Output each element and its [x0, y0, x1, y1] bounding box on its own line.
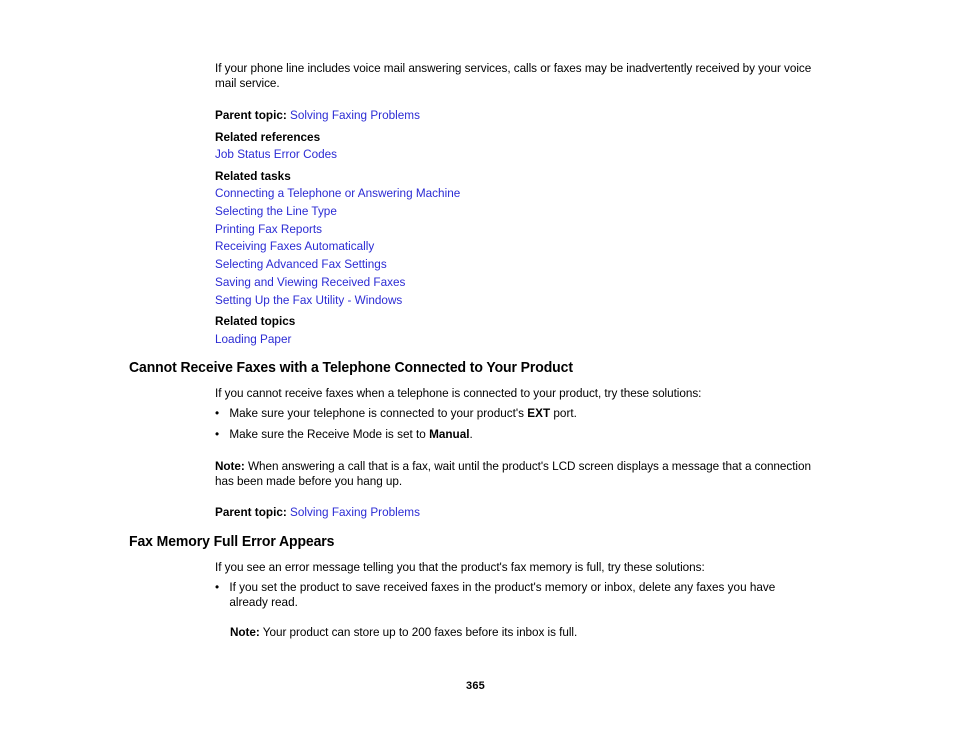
intro-paragraph: If your phone line includes voice mail a… [215, 61, 812, 91]
page-number: 365 [466, 680, 485, 692]
related-topics-heading: Related topics [215, 314, 296, 328]
list-item-text: Make sure the Receive Mode is set to Man… [229, 427, 807, 442]
parent-topic-label: Parent topic: [215, 108, 287, 122]
related-reference-link-0[interactable]: Job Status Error Codes [215, 147, 337, 162]
bullet-icon: • [215, 580, 220, 594]
related-task-link-2[interactable]: Printing Fax Reports [215, 222, 322, 237]
related-tasks-heading: Related tasks [215, 169, 291, 183]
note-text: When answering a call that is a fax, wai… [215, 459, 811, 489]
list-item: • Make sure your telephone is connected … [215, 406, 807, 421]
related-task-link-1[interactable]: Selecting the Line Type [215, 204, 337, 219]
note-telephone: Note: When answering a call that is a fa… [215, 459, 812, 490]
parent-topic-label: Parent topic: [215, 505, 287, 519]
related-task-link-3[interactable]: Receiving Faxes Automatically [215, 239, 374, 254]
list-item-suffix: . [469, 427, 473, 441]
document-page: If your phone line includes voice mail a… [0, 0, 954, 738]
section-heading-telephone: Cannot Receive Faxes with a Telephone Co… [129, 360, 573, 376]
note-label: Note: [230, 625, 260, 639]
parent-topic-line-1: Parent topic: Solving Faxing Problems [215, 108, 420, 123]
section-telephone-intro: If you cannot receive faxes when a telep… [215, 386, 702, 400]
parent-topic-link[interactable]: Solving Faxing Problems [290, 505, 420, 519]
list-item-text: If you set the product to save received … [229, 580, 802, 611]
list-item: • If you set the product to save receive… [215, 580, 802, 611]
note-fax-memory: Note: Your product can store up to 200 f… [230, 625, 813, 640]
related-topic-link-0[interactable]: Loading Paper [215, 332, 291, 347]
list-item-prefix: Make sure the Receive Mode is set to [229, 427, 430, 441]
bullet-icon: • [215, 406, 220, 420]
list-item: • Make sure the Receive Mode is set to M… [215, 427, 807, 442]
bullet-icon: • [215, 427, 220, 441]
note-text: Your product can store up to 200 faxes b… [259, 625, 578, 639]
list-item-prefix: Make sure your telephone is connected to… [229, 406, 528, 420]
section-fax-memory-intro: If you see an error message telling you … [215, 560, 705, 574]
note-label: Note: [215, 459, 245, 473]
list-item-suffix: port. [550, 406, 577, 420]
list-item-text: Make sure your telephone is connected to… [229, 406, 807, 421]
parent-topic-link[interactable]: Solving Faxing Problems [290, 108, 420, 122]
list-item-bold: EXT [527, 406, 551, 420]
section-heading-fax-memory: Fax Memory Full Error Appears [129, 534, 335, 550]
list-item-bold: Manual [429, 427, 470, 441]
related-task-link-0[interactable]: Connecting a Telephone or Answering Mach… [215, 186, 460, 201]
related-task-link-4[interactable]: Selecting Advanced Fax Settings [215, 257, 387, 272]
related-task-link-6[interactable]: Setting Up the Fax Utility - Windows [215, 293, 402, 308]
list-item-prefix: If you set the product to save received … [229, 580, 776, 610]
parent-topic-line-2: Parent topic: Solving Faxing Problems [215, 505, 420, 520]
related-references-heading: Related references [215, 130, 321, 144]
related-task-link-5[interactable]: Saving and Viewing Received Faxes [215, 275, 405, 290]
